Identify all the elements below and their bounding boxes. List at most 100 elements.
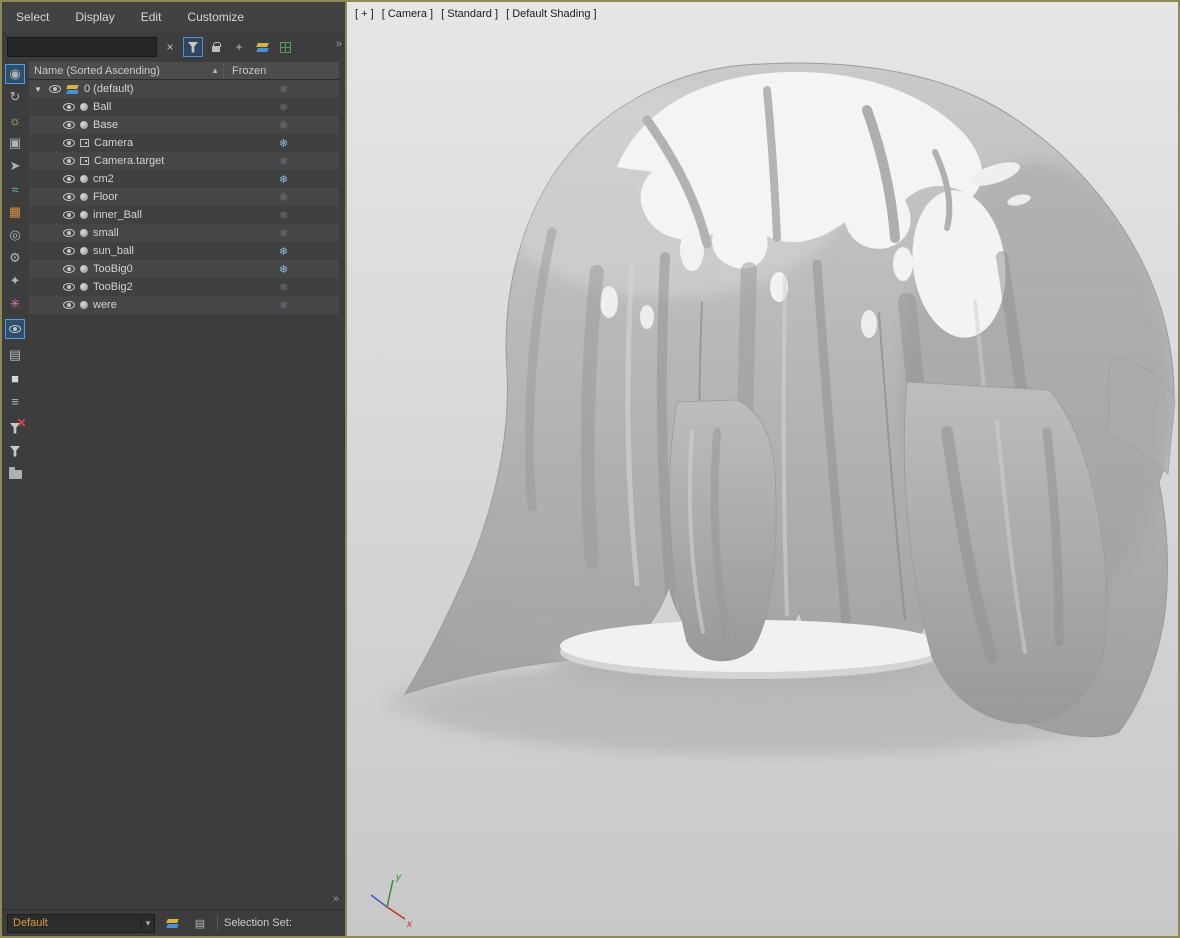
visibility-eye-icon[interactable] bbox=[63, 229, 75, 237]
display-bones-icon[interactable]: ✦ bbox=[5, 271, 25, 291]
svg-text:y: y bbox=[395, 872, 402, 883]
frozen-snowflake-icon[interactable]: ❄ bbox=[279, 137, 288, 150]
object-name: Floor bbox=[93, 191, 118, 203]
menu-display[interactable]: Display bbox=[75, 10, 114, 24]
camera-object-icon bbox=[80, 157, 89, 165]
funnel-icon bbox=[10, 446, 21, 457]
visibility-eye-icon[interactable] bbox=[63, 247, 75, 255]
display-frozen-icon[interactable]: ■ bbox=[5, 368, 25, 388]
visibility-eye-icon[interactable] bbox=[63, 175, 75, 183]
visibility-eye-icon[interactable] bbox=[63, 211, 75, 219]
footer-layers-button[interactable] bbox=[161, 913, 183, 933]
lock-explorer-button[interactable] bbox=[206, 37, 226, 57]
properties-view-icon[interactable]: ≡ bbox=[5, 391, 25, 411]
svg-text:x: x bbox=[406, 919, 413, 930]
object-name: Camera bbox=[94, 137, 133, 149]
folder-button[interactable] bbox=[5, 464, 25, 484]
frozen-snowflake-icon[interactable]: ❄ bbox=[279, 245, 288, 258]
display-lights-icon[interactable]: ☼ bbox=[5, 110, 25, 130]
display-plugins-icon[interactable]: ✳ bbox=[5, 294, 25, 314]
viewport-menu-shading[interactable]: [ Default Shading ] bbox=[506, 8, 597, 20]
display-spacewarps-icon[interactable]: ≈ bbox=[5, 179, 25, 199]
frozen-snowflake-icon[interactable]: ❄ bbox=[279, 263, 288, 276]
frozen-snowflake-icon[interactable]: ❄ bbox=[279, 155, 288, 168]
visibility-eye-icon[interactable] bbox=[63, 139, 75, 147]
object-name: TooBig2 bbox=[93, 281, 133, 293]
visibility-eye-icon[interactable] bbox=[63, 103, 75, 111]
table-row[interactable]: small ❄ bbox=[29, 224, 339, 242]
visibility-eye-icon[interactable] bbox=[63, 121, 75, 129]
menu-customize[interactable]: Customize bbox=[187, 10, 244, 24]
table-row[interactable]: cm2 ❄ bbox=[29, 170, 339, 188]
menu-select[interactable]: Select bbox=[16, 10, 49, 24]
table-row[interactable]: Floor ❄ bbox=[29, 188, 339, 206]
frozen-snowflake-icon[interactable]: ❄ bbox=[279, 173, 288, 186]
display-materials-icon[interactable]: ⚙ bbox=[5, 248, 25, 268]
hierarchy-mode-button[interactable] bbox=[275, 37, 295, 57]
clear-search-icon[interactable]: × bbox=[160, 37, 180, 57]
visibility-eye-icon[interactable] bbox=[63, 157, 75, 165]
divider bbox=[217, 915, 218, 931]
display-helpers-icon[interactable]: ➤ bbox=[5, 156, 25, 176]
display-visibility-icon[interactable] bbox=[5, 319, 25, 339]
geometry-object-icon bbox=[80, 103, 88, 111]
panel-overflow-icon[interactable]: » bbox=[333, 893, 339, 905]
frozen-snowflake-icon[interactable]: ❄ bbox=[279, 191, 288, 204]
application-window: Select Display Edit Customize × + » ◉ ↻ … bbox=[0, 0, 1180, 938]
table-row[interactable]: Base ❄ bbox=[29, 116, 339, 134]
frozen-snowflake-icon[interactable]: ❄ bbox=[279, 281, 288, 294]
search-input[interactable] bbox=[7, 37, 157, 57]
display-toggle-strip: ◉ ↻ ☼ ▣ ➤ ≈ ▦ ◎ ⚙ ✦ ✳ ▤ ■ ≡ bbox=[2, 62, 29, 906]
pick-object-button[interactable]: + bbox=[229, 37, 249, 57]
table-row[interactable]: were ❄ bbox=[29, 296, 339, 314]
name-column-header[interactable]: Name (Sorted Ascending) ▲ bbox=[29, 65, 223, 77]
viewport-render[interactable]: y x bbox=[347, 2, 1178, 936]
filter-clear-button[interactable] bbox=[5, 418, 25, 438]
frozen-snowflake-icon[interactable]: ❄ bbox=[279, 299, 288, 312]
frozen-column-header[interactable]: Frozen bbox=[223, 62, 339, 79]
display-shapes-icon[interactable]: ◎ bbox=[5, 225, 25, 245]
frozen-snowflake-icon[interactable]: ❄ bbox=[279, 209, 288, 222]
table-row[interactable]: Ball ❄ bbox=[29, 98, 339, 116]
display-geometry-icon[interactable]: ▦ bbox=[5, 202, 25, 222]
table-row[interactable]: Camera.target ❄ bbox=[29, 152, 339, 170]
explorer-menubar: Select Display Edit Customize bbox=[2, 2, 345, 32]
viewport-menu-renderer[interactable]: [ Standard ] bbox=[441, 8, 498, 20]
sync-selection-icon[interactable]: ↻ bbox=[5, 87, 25, 107]
table-row[interactable]: inner_Ball ❄ bbox=[29, 206, 339, 224]
list-view-icon[interactable]: ▤ bbox=[5, 345, 25, 365]
layers-icon bbox=[166, 918, 179, 929]
frozen-snowflake-icon[interactable]: ❄ bbox=[279, 101, 288, 114]
layers-icon bbox=[256, 42, 269, 53]
filter-button[interactable] bbox=[183, 37, 203, 57]
viewport-menu-pov[interactable]: [ Camera ] bbox=[382, 8, 433, 20]
frozen-snowflake-icon[interactable]: ❄ bbox=[279, 227, 288, 240]
table-row[interactable]: TooBig0 ❄ bbox=[29, 260, 339, 278]
expand-arrow-icon[interactable]: ▼ bbox=[34, 85, 44, 94]
visibility-eye-icon[interactable] bbox=[49, 85, 61, 93]
dropdown-arrow-icon[interactable]: ▾ bbox=[141, 918, 154, 929]
menu-edit[interactable]: Edit bbox=[141, 10, 162, 24]
visibility-eye-icon[interactable] bbox=[63, 283, 75, 291]
explorer-footer: Default ▾ ▤ Selection Set: bbox=[2, 909, 345, 936]
filter-button-2[interactable] bbox=[5, 441, 25, 461]
display-cameras-icon[interactable]: ▣ bbox=[5, 133, 25, 153]
display-objects-icon[interactable]: ◉ bbox=[5, 64, 25, 84]
frozen-snowflake-icon[interactable]: ❄ bbox=[279, 83, 288, 96]
explorer-name-dropdown[interactable]: Default ▾ bbox=[7, 914, 155, 933]
table-row[interactable]: TooBig2 ❄ bbox=[29, 278, 339, 296]
table-row[interactable]: Camera ❄ bbox=[29, 134, 339, 152]
table-row[interactable]: sun_ball ❄ bbox=[29, 242, 339, 260]
geometry-object-icon bbox=[80, 229, 88, 237]
camera-viewport[interactable]: [ + ] [ Camera ] [ Standard ] [ Default … bbox=[345, 2, 1178, 936]
object-name: sun_ball bbox=[93, 245, 134, 257]
layer-mode-button[interactable] bbox=[252, 37, 272, 57]
footer-options-button[interactable]: ▤ bbox=[189, 913, 211, 933]
frozen-snowflake-icon[interactable]: ❄ bbox=[279, 119, 288, 132]
viewport-menu-general[interactable]: [ + ] bbox=[355, 8, 374, 20]
visibility-eye-icon[interactable] bbox=[63, 193, 75, 201]
visibility-eye-icon[interactable] bbox=[63, 301, 75, 309]
table-row[interactable]: ▼ 0 (default) ❄ bbox=[29, 80, 339, 98]
toolbar-overflow-icon[interactable]: » bbox=[336, 38, 342, 50]
visibility-eye-icon[interactable] bbox=[63, 265, 75, 273]
